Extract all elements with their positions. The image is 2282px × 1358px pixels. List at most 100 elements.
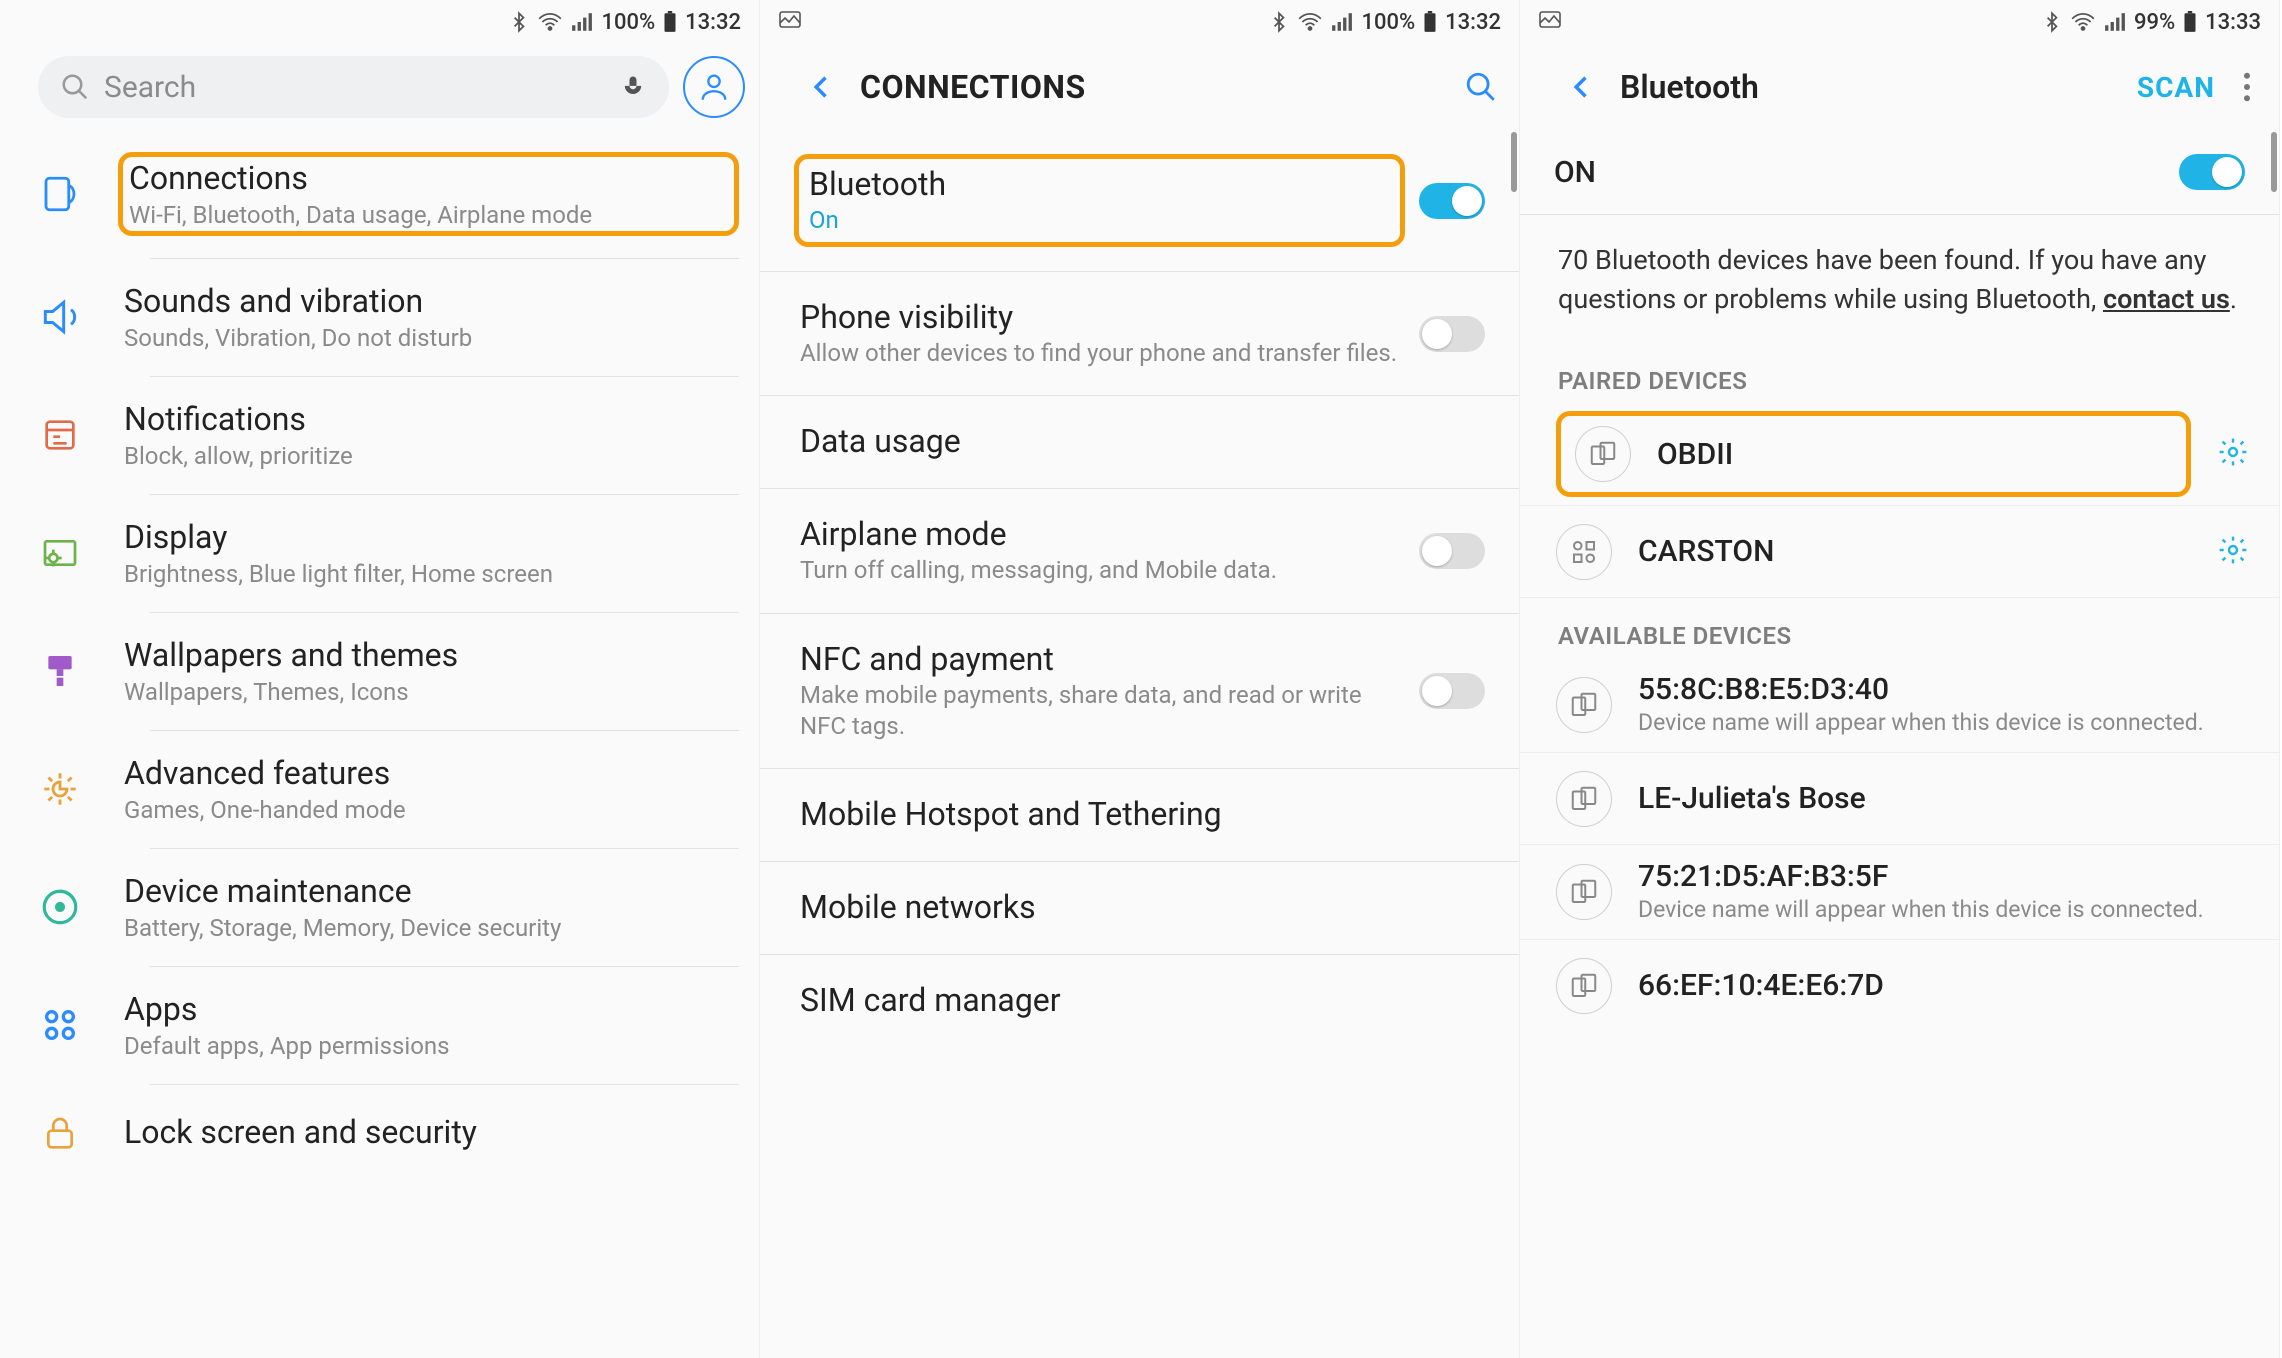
app-bar: CONNECTIONS [760,44,1519,130]
settings-item-wallpapers[interactable]: Wallpapers and themes Wallpapers, Themes… [0,612,759,730]
settings-title: Display [124,518,733,556]
bluetooth-master-toggle-row: ON [1520,130,2279,215]
available-device[interactable]: 75:21:D5:AF:B3:5F Device name will appea… [1520,845,2279,940]
conn-item-hotspot[interactable]: Mobile Hotspot and Tethering [760,769,1519,862]
search-input[interactable]: Search [38,56,669,118]
battery-icon [663,11,677,33]
row-sub: Allow other devices to find your phone a… [800,338,1399,369]
device-name: CARSTON [1638,534,2191,569]
screenshot-icon [1538,8,1562,36]
row-title: Bluetooth [809,165,1390,203]
settings-item-lockscreen[interactable]: Lock screen and security [0,1084,759,1184]
scan-button[interactable]: SCAN [2137,71,2215,104]
device-settings-button[interactable] [2217,436,2249,472]
device-icon [1556,864,1612,920]
device-icon [1575,426,1631,482]
available-device[interactable]: 55:8C:B8:E5:D3:40 Device name will appea… [1520,658,2279,753]
conn-item-airplane[interactable]: Airplane mode Turn off calling, messagin… [760,489,1519,613]
apps-icon [34,999,86,1051]
visibility-toggle[interactable] [1419,316,1485,352]
settings-item-apps[interactable]: Apps Default apps, App permissions [0,966,759,1084]
screenshot-icon [778,8,802,36]
mic-icon[interactable] [619,73,647,101]
available-device[interactable]: 66:EF:10:4E:E6:7D [1520,940,2279,1032]
nfc-toggle[interactable] [1419,673,1485,709]
settings-item-maintenance[interactable]: Device maintenance Battery, Storage, Mem… [0,848,759,966]
scrollbar[interactable] [2271,132,2277,192]
settings-list[interactable]: Connections Wi-Fi, Bluetooth, Data usage… [0,130,759,1358]
connections-icon [34,168,86,220]
device-icon [1556,958,1612,1014]
settings-title: Device maintenance [124,872,733,910]
settings-item-display[interactable]: Display Brightness, Blue light filter, H… [0,494,759,612]
bluetooth-master-toggle[interactable] [2179,154,2245,190]
bluetooth-toggle[interactable] [1419,183,1485,219]
wallpaper-icon [34,645,86,697]
settings-sub: Sounds, Vibration, Do not disturb [124,324,733,352]
settings-sub: Brightness, Blue light filter, Home scre… [124,560,733,588]
settings-item-connections[interactable]: Connections Wi-Fi, Bluetooth, Data usage… [0,130,759,258]
connections-list[interactable]: Bluetooth On Phone visibility Allow othe… [760,130,1519,1358]
page-title: CONNECTIONS [860,68,1443,106]
connections-screen: 100% 13:32 CONNECTIONS Bluetooth On Phon… [760,0,1520,1358]
profile-button[interactable] [683,56,745,118]
row-title: Mobile networks [800,888,1485,926]
device-icon [1556,677,1612,733]
device-name: LE-Julieta's Bose [1638,781,2249,816]
row-title: Data usage [800,422,1485,460]
available-device[interactable]: LE-Julieta's Bose [1520,753,2279,845]
settings-title: Advanced features [124,754,733,792]
signal-icon [571,12,593,32]
lock-icon [34,1108,86,1160]
highlight-connections: Connections Wi-Fi, Bluetooth, Data usage… [118,152,739,236]
back-button[interactable] [1558,63,1606,111]
wifi-icon [537,11,563,33]
settings-item-advanced[interactable]: Advanced features Games, One-handed mode [0,730,759,848]
conn-item-data-usage[interactable]: Data usage [760,396,1519,489]
row-title: Airplane mode [800,515,1399,553]
bluetooth-content[interactable]: ON 70 Bluetooth devices have been found.… [1520,130,2279,1358]
conn-item-bluetooth[interactable]: Bluetooth On [760,130,1519,272]
settings-sub: Default apps, App permissions [124,1032,733,1060]
display-icon [34,527,86,579]
sound-icon [34,291,86,343]
battery-icon [1423,11,1437,33]
more-button[interactable] [2229,63,2265,111]
clock: 13:33 [2205,10,2261,35]
settings-title: Lock screen and security [124,1113,733,1151]
device-settings-button[interactable] [2217,534,2249,570]
device-sub: Device name will appear when this device… [1638,709,2249,738]
search-button[interactable] [1457,63,1505,111]
row-title: Phone visibility [800,298,1399,336]
conn-item-mobile-networks[interactable]: Mobile networks [760,862,1519,955]
settings-screen: 100% 13:32 Search Connections Wi-Fi, Blu… [0,0,760,1358]
wifi-icon [2070,11,2096,33]
battery-percent: 100% [1361,10,1415,35]
battery-percent: 100% [601,10,655,35]
conn-item-nfc[interactable]: NFC and payment Make mobile payments, sh… [760,614,1519,769]
back-button[interactable] [798,63,846,111]
signal-icon [1331,12,1353,32]
settings-item-sounds[interactable]: Sounds and vibration Sounds, Vibration, … [0,258,759,376]
bluetooth-info-text: 70 Bluetooth devices have been found. If… [1520,215,2279,343]
row-title: SIM card manager [800,981,1485,1019]
conn-item-sim[interactable]: SIM card manager [760,955,1519,1047]
battery-percent: 99% [2134,10,2175,35]
paired-device-carston[interactable]: CARSTON [1520,506,2279,598]
device-name: 66:EF:10:4E:E6:7D [1638,968,2249,1003]
conn-item-phone-visibility[interactable]: Phone visibility Allow other devices to … [760,272,1519,396]
device-name: OBDII [1657,437,2172,472]
airplane-toggle[interactable] [1419,533,1485,569]
row-sub: Turn off calling, messaging, and Mobile … [800,555,1399,586]
person-icon [697,70,731,104]
status-bar: 99% 13:33 [1520,0,2279,44]
paired-device-obdii[interactable]: OBDII [1520,403,2279,506]
settings-sub: Wi-Fi, Bluetooth, Data usage, Airplane m… [129,201,728,229]
battery-icon [2183,11,2197,33]
bluetooth-icon [509,11,529,33]
on-label: ON [1554,155,1596,190]
settings-title: Apps [124,990,733,1028]
signal-icon [2104,12,2126,32]
settings-item-notifications[interactable]: Notifications Block, allow, prioritize [0,376,759,494]
contact-us-link[interactable]: contact us [2103,283,2230,315]
